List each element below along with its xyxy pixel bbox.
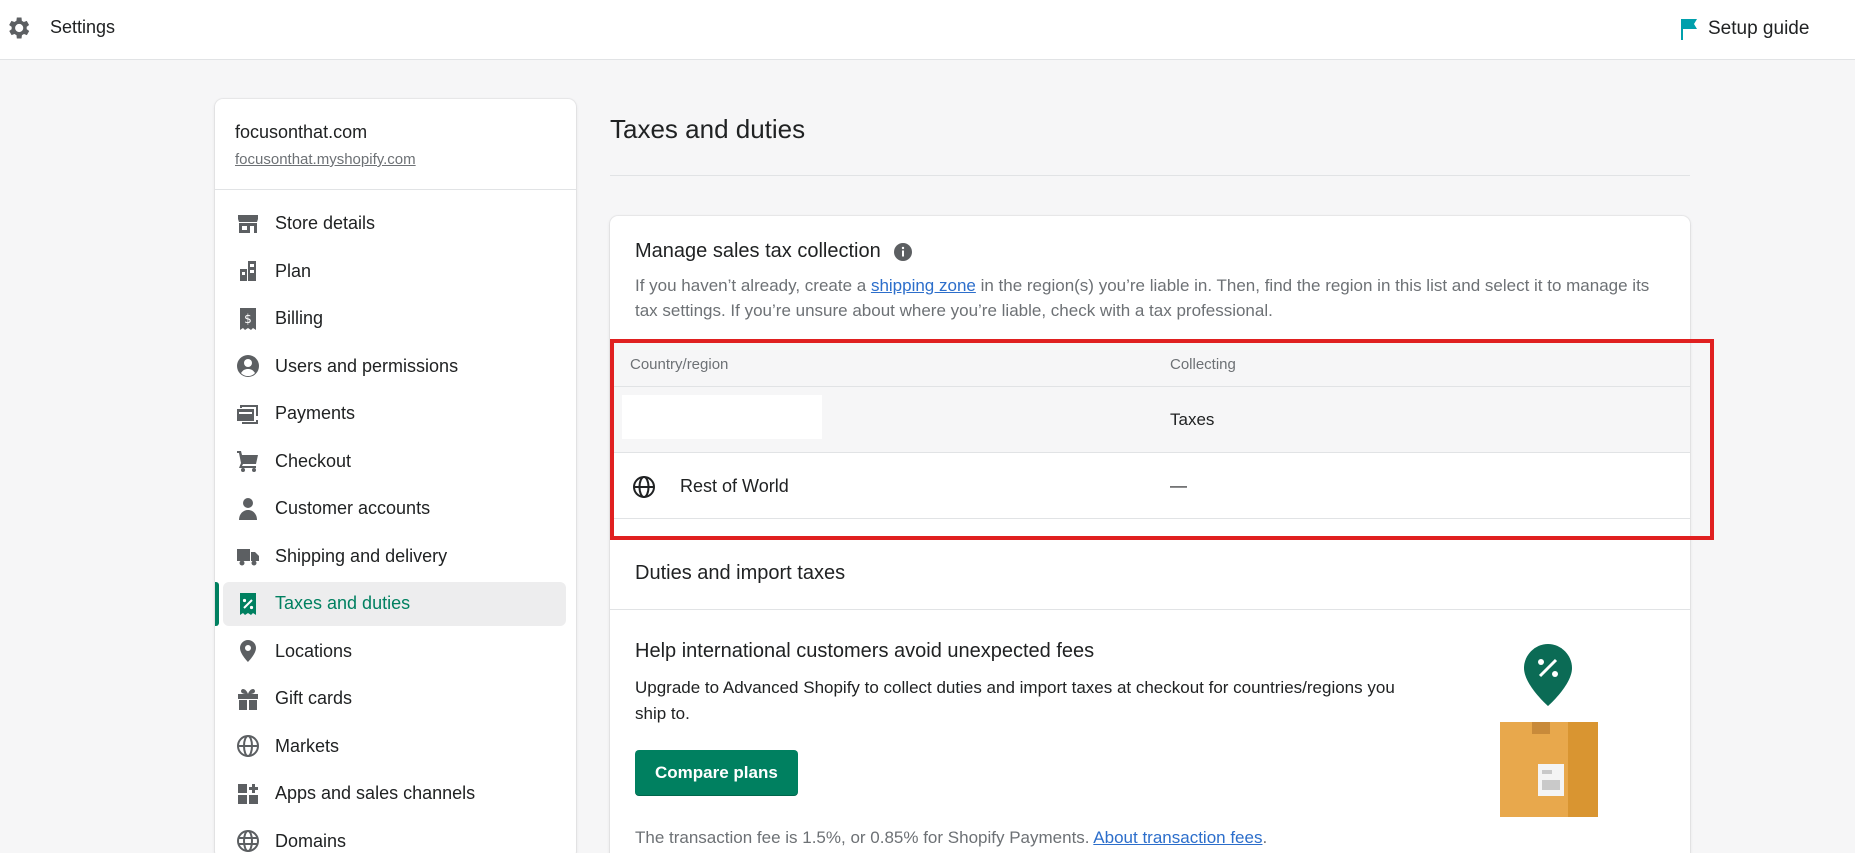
location-icon [235,638,261,664]
desc-text: If you haven’t already, create a [635,276,871,295]
globe-icon [235,733,261,759]
plan-icon [235,258,261,284]
table-row[interactable]: Rest of World — [610,453,1690,519]
svg-text:$: $ [244,312,252,326]
tax-icon [235,591,261,617]
top-bar: Settings Setup guide [0,0,1855,60]
sidebar-item-taxes[interactable]: Taxes and duties [215,580,576,628]
collecting-value: — [1170,476,1187,495]
region-name: Rest of World [680,476,789,496]
store-icon [235,211,261,237]
settings-title: Settings [50,17,116,37]
sidebar-item-domains[interactable]: Domains [215,818,576,853]
duties-heading: Duties and import taxes [635,562,846,584]
sidebar-item-label: Taxes and duties [275,593,411,614]
collecting-value: Taxes [1170,410,1215,429]
gear-icon [9,17,30,39]
column-header-region: Country/region [630,356,729,373]
gift-icon [235,686,261,712]
sidebar-nav: Store details Plan $ Billing Users and p… [215,190,576,853]
sidebar-item-label: Payments [275,403,356,424]
cart-icon [235,448,261,474]
help-heading: Help international customers avoid unexp… [635,640,1095,662]
sidebar-item-shipping[interactable]: Shipping and delivery [215,533,576,581]
tax-regions-table: Country/region Collecting Taxes Rest of … [610,341,1690,519]
active-indicator [215,582,219,626]
sales-tax-header: Manage sales tax collection [635,240,913,263]
fee-text: The transaction fee is 1.5%, or 0.85% fo… [635,828,1094,847]
user-circle-icon [235,353,261,379]
globe-icon [633,476,655,498]
billing-icon: $ [235,306,261,332]
setup-guide-label: Setup guide [1708,18,1810,39]
sidebar-item-label: Shipping and delivery [275,545,448,566]
sidebar-item-label: Markets [275,735,340,756]
apps-icon [235,781,261,807]
title-divider [610,175,1690,176]
sidebar-item-customer-accounts[interactable]: Customer accounts [215,485,576,533]
column-header-collecting: Collecting [1170,356,1236,373]
sidebar-item-billing[interactable]: $ Billing [215,295,576,343]
domain-icon [235,828,261,853]
sidebar-item-label: Gift cards [275,688,353,709]
sidebar-item-locations[interactable]: Locations [215,628,576,676]
info-icon[interactable] [893,242,913,262]
sidebar-item-users[interactable]: Users and permissions [215,343,576,391]
table-row[interactable]: Taxes [610,387,1690,453]
setup-guide-button[interactable]: Setup guide [1678,14,1809,44]
sales-tax-description: If you haven’t already, create a shippin… [635,273,1665,323]
store-url-link[interactable]: focusonthat.myshopify.com [235,151,556,168]
sidebar-item-label: Users and permissions [275,355,459,376]
sidebar-item-label: Plan [275,260,312,281]
sidebar-item-gift-cards[interactable]: Gift cards [215,675,576,723]
help-text: Upgrade to Advanced Shopify to collect d… [635,678,1395,723]
store-header: focusonthat.com focusonthat.myshopify.co… [215,99,576,190]
compare-plans-button[interactable]: Compare plans [635,750,798,796]
taxes-card: Manage sales tax collection If you haven… [610,216,1690,853]
person-icon [235,496,261,522]
payments-icon [235,401,261,427]
sidebar-item-label: Billing [275,308,324,329]
table-header: Country/region Collecting [610,341,1690,387]
truck-icon [235,543,261,569]
sidebar-item-apps[interactable]: Apps and sales channels [215,770,576,818]
fee-end: . [1262,828,1268,847]
sidebar-item-label: Apps and sales channels [275,783,476,804]
transaction-fees-link[interactable]: About transaction fees [1093,828,1262,847]
duties-divider [610,609,1690,610]
sidebar-item-label: Store details [275,213,376,234]
sidebar-item-label: Domains [275,830,347,851]
sidebar-item-checkout[interactable]: Checkout [215,438,576,486]
page-title: Taxes and duties [610,114,806,144]
sidebar-item-store-details[interactable]: Store details [215,200,576,248]
sidebar-item-payments[interactable]: Payments [215,390,576,438]
settings-sidebar: focusonthat.com focusonthat.myshopify.co… [215,99,576,853]
sidebar-item-label: Locations [275,640,353,661]
sidebar-item-label: Checkout [275,450,352,471]
sidebar-item-plan[interactable]: Plan [215,248,576,296]
duties-illustration [1500,644,1598,817]
sidebar-item-markets[interactable]: Markets [215,723,576,771]
shipping-zone-link[interactable]: shipping zone [871,276,976,295]
sidebar-item-label: Customer accounts [275,498,431,519]
flag-icon [1681,19,1697,40]
store-name: focusonthat.com [235,122,368,142]
transaction-fee-text: The transaction fee is 1.5%, or 0.85% fo… [635,828,1267,848]
sales-tax-heading: Manage sales tax collection [635,240,881,262]
redacted-region-name [622,395,822,439]
